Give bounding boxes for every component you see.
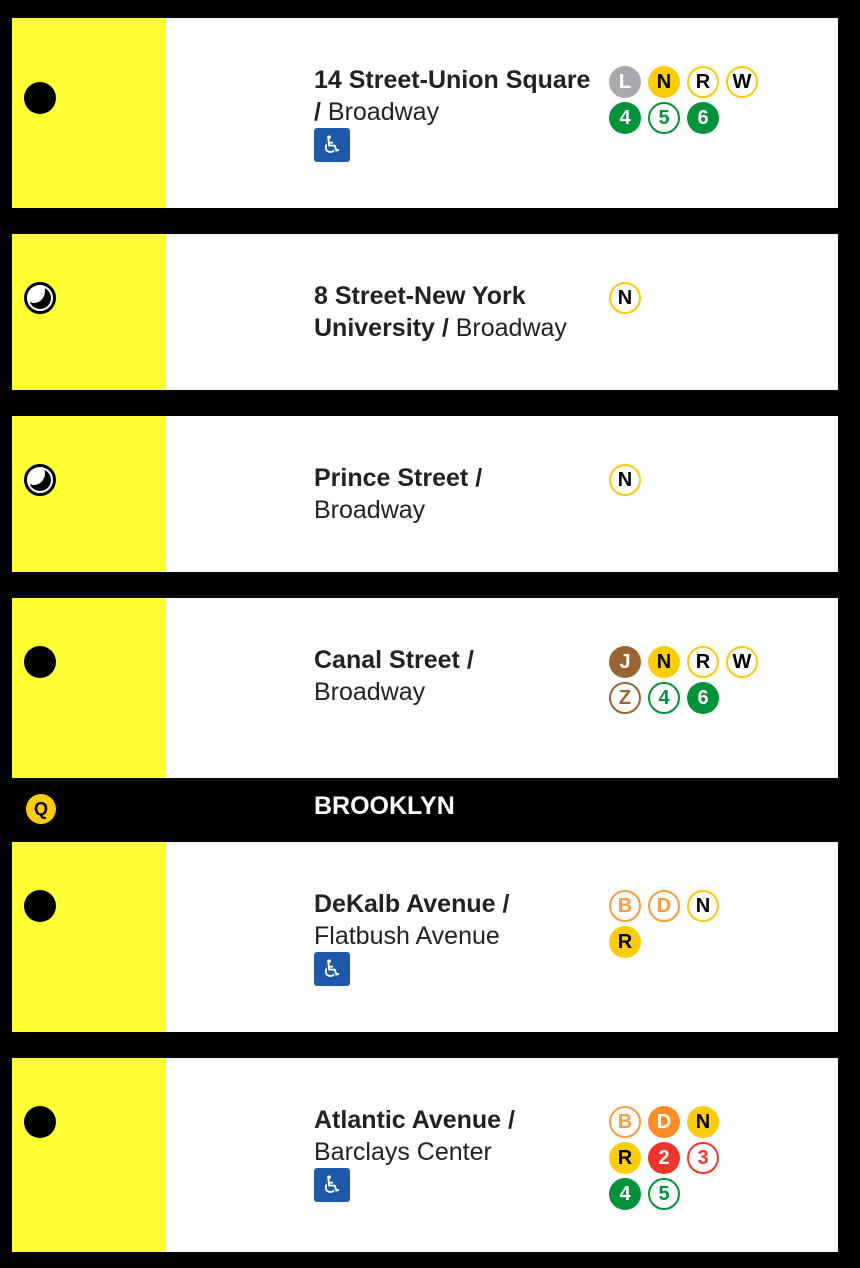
station-name: DeKalb Avenue / Flatbush Avenue <box>314 888 604 952</box>
route-r-bullet-icon[interactable]: R <box>687 66 719 98</box>
route-n-bullet-icon[interactable]: N <box>648 66 680 98</box>
station-street: Barclays Center <box>314 1138 492 1166</box>
route-5-bullet-icon[interactable]: 5 <box>648 1178 680 1210</box>
route-b-bullet-icon[interactable]: B <box>609 890 641 922</box>
line-stripe <box>12 1058 166 1252</box>
station-name: Canal Street / Broadway <box>314 644 604 708</box>
route-n-bullet-icon[interactable]: N <box>648 646 680 678</box>
route-d-bullet-icon[interactable]: D <box>648 1106 680 1138</box>
station-card[interactable]: Prince Street / Broadway N <box>12 416 838 572</box>
station-title: 14 Street-Union Square <box>314 66 591 94</box>
route-r-bullet-icon[interactable]: R <box>687 646 719 678</box>
name-separator: / <box>459 646 474 674</box>
station-card[interactable]: 8 Street-New York University / Broadway … <box>12 234 838 390</box>
route-5-bullet-icon[interactable]: 5 <box>648 102 680 134</box>
wheelchair-icon: ♿ <box>314 128 350 162</box>
route-2-bullet-icon[interactable]: 2 <box>648 1142 680 1174</box>
route-r-bullet-icon[interactable]: R <box>609 926 641 958</box>
route-z-bullet-icon[interactable]: Z <box>609 682 641 714</box>
station-street: Broadway <box>327 98 440 126</box>
route-4-bullet-icon[interactable]: 4 <box>609 1178 641 1210</box>
route-bullets: BDN R23 45 <box>609 1106 726 1214</box>
borough-separator: Q BROOKLYN <box>0 778 860 842</box>
route-bullets: N <box>609 464 765 500</box>
route-3-bullet-icon[interactable]: 3 <box>687 1142 719 1174</box>
wheelchair-icon: ♿ <box>314 1168 350 1202</box>
late-night-stop-icon <box>24 282 56 314</box>
name-separator: / <box>314 98 328 126</box>
route-d-bullet-icon[interactable]: D <box>648 890 680 922</box>
route-w-bullet-icon[interactable]: W <box>726 66 758 98</box>
route-n-bullet-icon[interactable]: N <box>609 464 641 496</box>
station-card[interactable]: 14 Street-Union Square / Broadway ♿ LNRW… <box>12 18 838 208</box>
station-street: Broadway <box>314 496 426 524</box>
route-b-bullet-icon[interactable]: B <box>609 1106 641 1138</box>
station-street: Flatbush Avenue <box>314 922 500 950</box>
route-6-bullet-icon[interactable]: 6 <box>687 682 719 714</box>
station-card[interactable]: DeKalb Avenue / Flatbush Avenue ♿ BDN R <box>12 842 838 1032</box>
name-separator: / <box>468 464 483 492</box>
route-bullets: LNRW 456 <box>609 66 765 138</box>
station-title: Prince Street <box>314 464 469 492</box>
q-line-bullet-icon: Q <box>24 792 58 826</box>
route-bullets: JNRW Z46 <box>609 646 765 718</box>
line-stripe <box>12 842 166 1032</box>
route-6-bullet-icon[interactable]: 6 <box>687 102 719 134</box>
station-title: Canal Street <box>314 646 460 674</box>
station-name: 14 Street-Union Square / Broadway <box>314 64 604 128</box>
route-4-bullet-icon[interactable]: 4 <box>609 102 641 134</box>
route-bullets: N <box>609 282 765 318</box>
full-time-stop-icon <box>24 890 56 922</box>
full-time-stop-icon <box>24 646 56 678</box>
station-name: Atlantic Avenue / Barclays Center <box>314 1104 604 1168</box>
route-l-bullet-icon[interactable]: L <box>609 66 641 98</box>
route-w-bullet-icon[interactable]: W <box>726 646 758 678</box>
station-name: Prince Street / Broadway <box>314 462 604 526</box>
station-card[interactable]: Atlantic Avenue / Barclays Center ♿ BDN R… <box>12 1058 838 1252</box>
route-n-bullet-icon[interactable]: N <box>687 890 719 922</box>
name-separator: / <box>495 890 510 918</box>
station-card[interactable]: Canal Street / Broadway JNRW Z46 <box>12 598 838 778</box>
wheelchair-icon: ♿ <box>314 952 350 986</box>
borough-label: BROOKLYN <box>314 792 455 820</box>
station-street: Broadway <box>314 678 426 706</box>
full-time-stop-icon <box>24 1106 56 1138</box>
name-separator: / <box>434 314 456 342</box>
route-n-bullet-icon[interactable]: N <box>687 1106 719 1138</box>
station-title: Atlantic Avenue <box>314 1106 502 1134</box>
route-j-bullet-icon[interactable]: J <box>609 646 641 678</box>
late-night-stop-icon <box>24 464 56 496</box>
station-name: 8 Street-New York University / Broadway <box>314 280 604 344</box>
line-stripe <box>12 598 166 778</box>
route-bullets: BDN R <box>609 890 726 962</box>
route-r-bullet-icon[interactable]: R <box>609 1142 641 1174</box>
station-street: Broadway <box>455 314 567 342</box>
station-title: DeKalb Avenue <box>314 890 496 918</box>
route-4-bullet-icon[interactable]: 4 <box>648 682 680 714</box>
full-time-stop-icon <box>24 82 56 114</box>
route-n-bullet-icon[interactable]: N <box>609 282 641 314</box>
name-separator: / <box>501 1106 515 1134</box>
